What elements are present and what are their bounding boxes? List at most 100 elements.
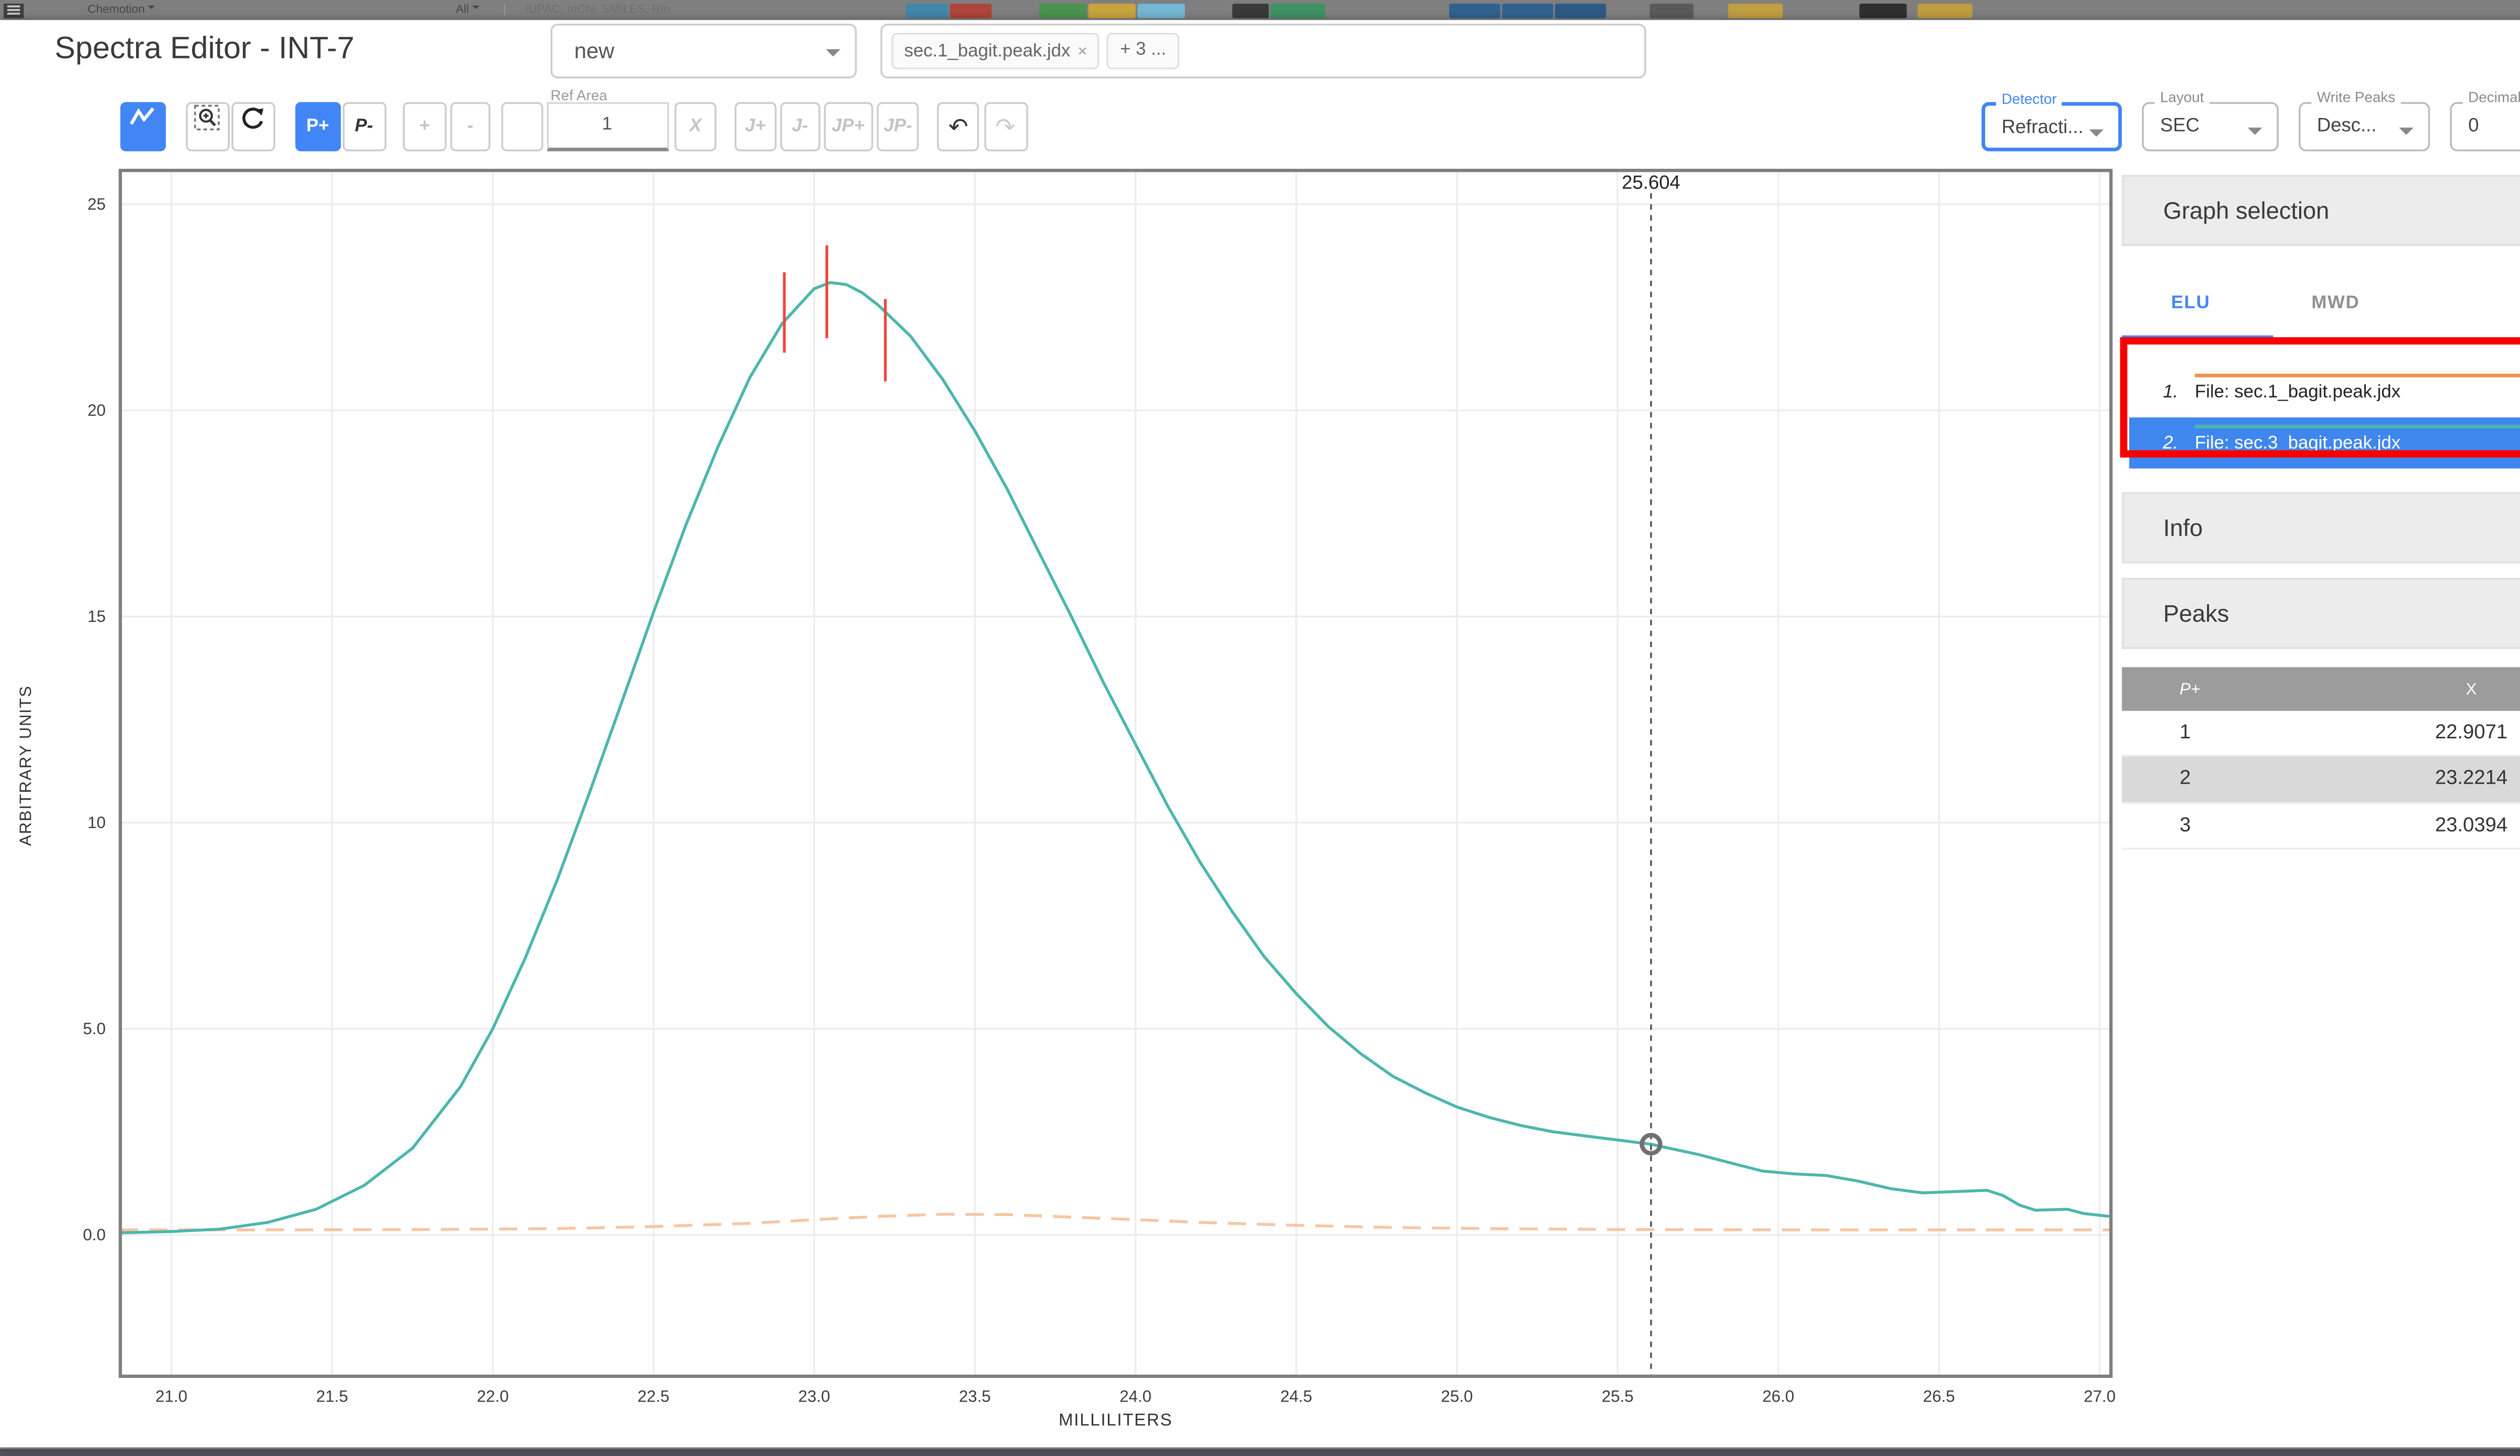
ref-area-input[interactable] [546,101,668,151]
peak-table-row[interactable]: 223.22142.24e+1× [2121,757,2520,803]
nav-button-yellow3 [1917,3,1973,18]
nav-clear-button [950,3,992,18]
window-bottom-bar [0,1446,2520,1456]
reset-zoom-button[interactable] [231,101,275,151]
cursor-value-label: 25.604 [1622,172,1680,193]
column-x: X [2466,680,2477,699]
search-placeholder: IUPAC, InChI, SMILES, RIn [525,4,671,17]
peak-x-value: 22.9071 [2435,722,2508,744]
peak-table-row[interactable]: 122.90712.29e+1× [2121,711,2520,757]
j-add-button[interactable]: J+ [734,101,777,151]
x-tick-label: 25.5 [1602,1387,1633,1405]
layout-label: Layout [2155,89,2210,106]
peaks-table-header: P+ X Y - [2121,667,2520,711]
integral-remove-button[interactable]: - [450,101,490,151]
more-files-chip[interactable]: + 3 ... [1107,32,1179,69]
chevron-down-icon [2247,126,2262,141]
y-tick-label: 15 [88,607,106,625]
spectrum-line-secondary [119,1213,2110,1232]
zoom-reset-icon [242,106,264,128]
x-tick-label: 22.0 [477,1387,509,1405]
tab-elu[interactable]: ELU [2171,293,2211,313]
detector-label: Detector [1996,91,2062,108]
nav-button-dark2 [1859,3,1907,18]
x-tick-label: 26.0 [1762,1387,1794,1405]
y-tick-label: 25 [88,195,106,213]
file-tags-input[interactable]: sec.1_bagit.peak.jdx × + 3 ... [880,23,1647,78]
plot-border [118,168,2113,1378]
peaks-header[interactable]: Peaks [2121,578,2520,649]
scope-dropdown: All [456,0,480,20]
decimal-select[interactable]: Decimal 0 [2450,89,2520,151]
graph-selection-header[interactable]: Graph selection [2121,175,2520,246]
info-header[interactable]: Info [2121,492,2520,563]
j-remove-button[interactable]: J- [779,101,821,151]
nav-button-yellow [1088,3,1136,18]
peak-add-button[interactable]: P+ [295,101,341,151]
layout-select[interactable]: Layout SEC [2141,89,2279,151]
x-tick-label: 21.0 [155,1387,187,1405]
x-axis-title: MILLILITERS [1058,1411,1173,1431]
y-axis-title: ARBITRARY UNITS [16,684,35,845]
browser-top-bar: Chemotion All | IUPAC, InChI, SMILES, RI… [0,0,2520,20]
write-peaks-value: Desc... [2317,114,2377,136]
zigzag-line-icon [129,106,154,124]
info-title: Info [2163,514,2203,542]
peak-x-value: 23.2214 [2435,768,2508,790]
undo-button[interactable]: ↶ [937,101,979,151]
x-tick-label: 22.5 [638,1387,669,1405]
peaks-title: Peaks [2163,599,2229,627]
file-tag-chip[interactable]: sec.1_bagit.peak.jdx × [891,32,1100,69]
spectrum-line-primary [119,281,2110,1235]
spectrum-chart[interactable]: 21.0 21.5 22.0 22.5 23.0 23.5 24.0 24.5 25.0 25.5… [0,146,2140,1433]
tab-mwd[interactable]: MWD [2311,293,2360,313]
nav-search-button [906,3,948,18]
nav-button-blue3 [1555,3,1606,18]
nav-button-blue1 [1449,3,1500,18]
x-tick-label: 21.5 [316,1387,348,1405]
x-tick-label: 26.5 [1923,1387,1955,1405]
divider: | [503,4,507,17]
brand-label: Chemotion [88,0,156,20]
graph-selection-title: Graph selection [2163,197,2329,224]
peak-x-value: 23.0394 [2435,814,2508,836]
decimal-value: 0 [2468,114,2479,136]
integral-add-button[interactable]: + [403,101,446,151]
preset-select-value: new [574,37,614,63]
spectra-editor-modal: Spectra Editor - INT-7 new sec.1_bagit.p… [0,20,2520,1447]
detector-value: Refracti... [2001,115,2084,138]
x-tick-label: 27.0 [2084,1387,2115,1405]
annotation-highlight-box [2120,337,2520,458]
x-tick-label: 25.0 [1441,1387,1473,1405]
remove-tag-icon[interactable]: × [1078,41,1087,59]
zoom-area-button[interactable] [185,101,229,151]
clear-ref-button[interactable]: X [674,101,717,151]
x-tick-label: 24.0 [1119,1387,1151,1405]
chevron-down-icon [2089,128,2104,143]
nav-button-green2 [1270,3,1326,18]
peak-remove-button[interactable]: P- [342,101,387,151]
zoom-in-icon [194,104,220,130]
y-tick-label: 10 [88,813,106,832]
y-tick-label: 20 [88,401,106,419]
peak-table-row[interactable]: 323.03942.31e+1× [2121,803,2520,850]
layout-value: SEC [2160,114,2200,136]
x-tick-label: 23.5 [959,1387,991,1405]
nav-button-gray [1650,3,1694,18]
write-peaks-select[interactable]: Write Peaks Desc... [2298,89,2430,151]
nav-button-blue2 [1502,3,1553,18]
preset-select[interactable]: new [550,23,857,78]
screen: Chemotion All | IUPAC, InChI, SMILES, RI… [0,0,2520,1456]
spectrum-mode-button[interactable] [119,101,166,151]
chevron-down-icon [826,48,841,63]
nav-button-lightblue [1137,3,1185,18]
blank-button[interactable] [500,101,543,151]
nav-button-green [1039,3,1087,18]
jp-add-button[interactable]: JP+ [823,101,873,151]
jp-remove-button[interactable]: JP- [877,101,919,151]
y-tick-label: 5.0 [83,1020,106,1038]
nav-button-yellow2 [1728,3,1783,18]
detector-select[interactable]: Detector Refracti... [1981,91,2122,151]
redo-button[interactable]: ↷ [983,101,1028,151]
chevron-down-icon [2399,126,2414,141]
